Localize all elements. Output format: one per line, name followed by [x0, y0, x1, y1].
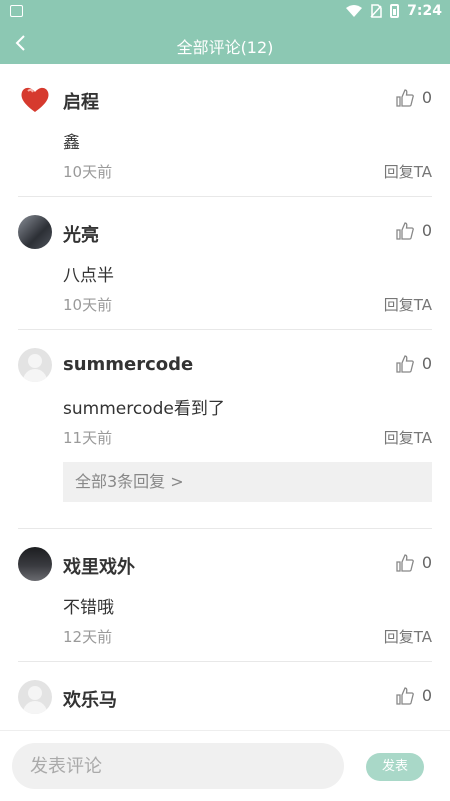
like-button[interactable]: 0	[396, 686, 432, 705]
comment-list[interactable]: 启程 0 鑫 10天前 回复TA 光亮 0 八点半 10天前 回复TA summ…	[0, 64, 450, 730]
comment-item: summercode 0 summercode看到了 11天前 回复TA 全部3…	[18, 330, 432, 529]
reply-button[interactable]: 回复TA	[384, 626, 432, 647]
heart-avatar-icon	[18, 82, 52, 116]
thumbs-up-icon	[396, 221, 414, 240]
comment-time: 12天前	[63, 628, 113, 646]
comment-item: 欢乐马 0	[18, 662, 432, 730]
reply-button[interactable]: 回复TA	[384, 427, 432, 448]
like-count: 0	[421, 221, 432, 240]
thumbs-up-icon	[396, 88, 414, 107]
avatar[interactable]	[18, 348, 52, 382]
status-bar: 7:24	[0, 0, 450, 24]
commenter-name[interactable]: 戏里戏外	[63, 553, 135, 579]
comment-text: 不错哦	[63, 598, 114, 618]
image-notification-icon	[10, 5, 23, 17]
reply-button[interactable]: 回复TA	[384, 161, 432, 182]
like-count: 0	[421, 88, 432, 107]
wifi-icon	[346, 5, 363, 17]
like-count: 0	[421, 354, 432, 373]
avatar[interactable]	[18, 215, 52, 249]
thumbs-up-icon	[396, 354, 414, 373]
commenter-name[interactable]: 欢乐马	[63, 686, 117, 712]
thumbs-up-icon	[396, 686, 414, 705]
comment-time: 11天前	[63, 429, 113, 447]
comment-text: 八点半	[63, 266, 114, 286]
reply-button[interactable]: 回复TA	[384, 294, 432, 315]
avatar[interactable]	[18, 680, 52, 714]
comment-item: 光亮 0 八点半 10天前 回复TA	[18, 197, 432, 330]
comment-input[interactable]	[12, 743, 344, 789]
comment-item: 启程 0 鑫 10天前 回复TA	[18, 64, 432, 197]
commenter-name[interactable]: 启程	[63, 88, 99, 114]
comment-text: 鑫	[63, 133, 80, 153]
comment-item: 戏里戏外 0 不错哦 12天前 回复TA	[18, 529, 432, 662]
like-count: 0	[421, 553, 432, 572]
no-sim-icon	[370, 4, 382, 18]
avatar[interactable]	[18, 547, 52, 581]
avatar[interactable]	[18, 82, 52, 116]
battery-icon	[390, 4, 400, 18]
like-button[interactable]: 0	[396, 553, 432, 572]
status-icons: 7:24	[346, 3, 442, 19]
header-bar: 全部评论(12)	[0, 24, 450, 64]
thumbs-up-icon	[396, 553, 414, 572]
commenter-name[interactable]: summercode	[63, 354, 193, 375]
comment-text: summercode看到了	[63, 399, 225, 419]
like-button[interactable]: 0	[396, 88, 432, 107]
comment-time: 10天前	[63, 296, 113, 314]
send-button[interactable]: 发表	[366, 753, 424, 781]
commenter-name[interactable]: 光亮	[63, 221, 99, 247]
like-count: 0	[421, 686, 432, 705]
status-time: 7:24	[407, 3, 442, 19]
comment-input-bar: 发表	[0, 730, 450, 801]
like-button[interactable]: 0	[396, 354, 432, 373]
view-all-replies-button[interactable]: 全部3条回复 >	[63, 462, 432, 502]
page-title: 全部评论(12)	[176, 38, 274, 57]
like-button[interactable]: 0	[396, 221, 432, 240]
comment-time: 10天前	[63, 163, 113, 181]
